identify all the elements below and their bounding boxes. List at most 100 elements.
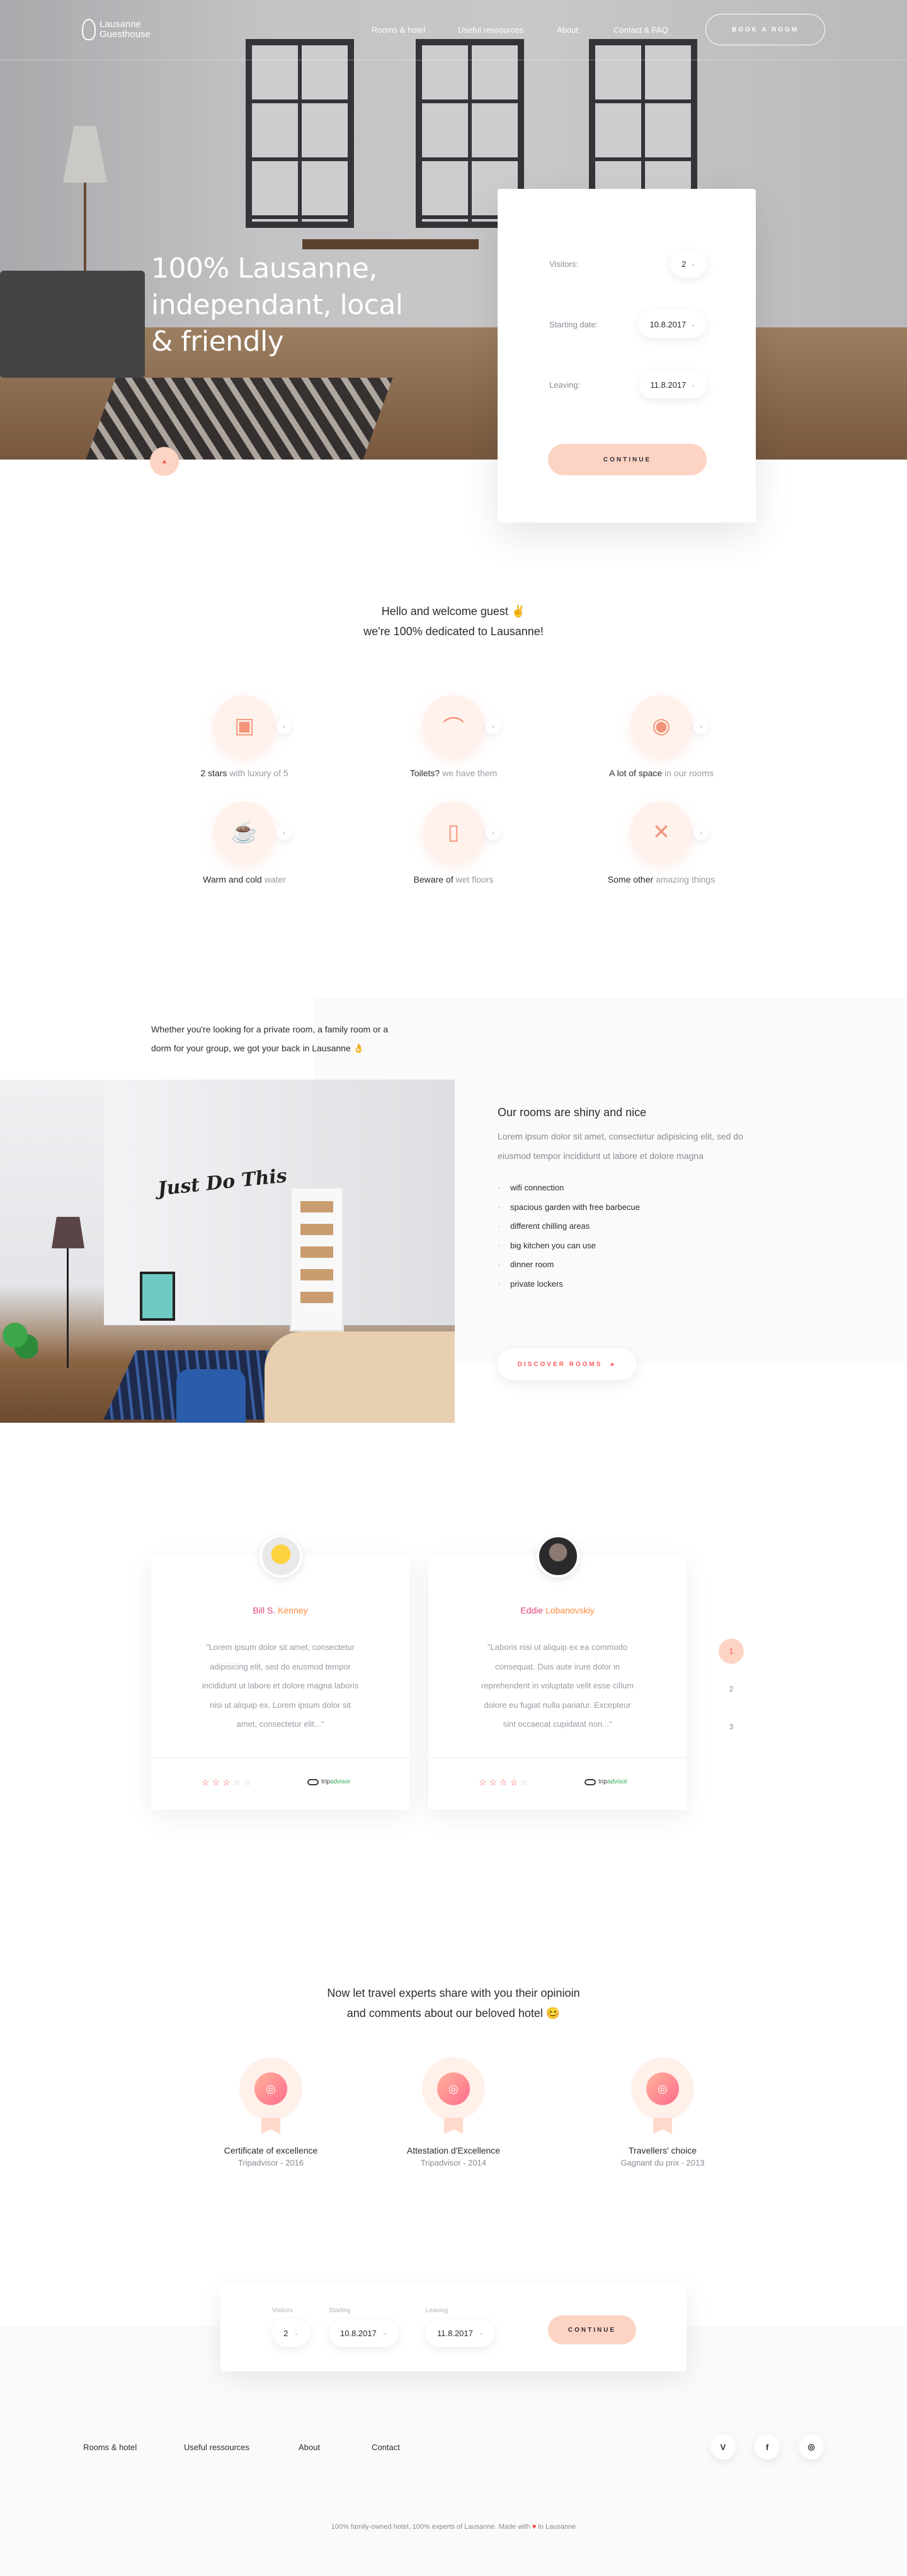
tripadvisor-logo[interactable]: tripadvisor [585,1778,627,1785]
ribbon-icon [653,2118,672,2134]
owl-icon [585,1778,596,1785]
pager-dot-3[interactable]: 3 [719,1714,744,1739]
arrow-right-icon: ▸ [611,1360,617,1368]
top-nav: Lausanne Guesthouse Rooms & hotel Useful… [0,0,907,60]
mini-start-value: 10.8.2017 [340,2328,377,2338]
chevron-down-icon: ⌄ [691,321,695,327]
awards-heading: Now let travel experts share with you th… [0,1983,907,2023]
mini-leaving-select[interactable]: 11.8.2017 ⌄ [426,2319,495,2347]
picture-icon: ▣ [234,714,255,738]
facebook-icon[interactable]: f [755,2434,780,2460]
owl-icon: ◎ [437,2072,470,2105]
chevron-right-icon[interactable]: › [693,825,709,840]
hanger-icon: ⌒ [443,716,464,740]
feature-circle[interactable]: ☕ › [214,801,292,863]
rooms-description: Lorem ipsum dolor sit amet, consectetur … [498,1131,743,1161]
award-title: Certificate of excellence [224,2145,318,2155]
feature-caption: Warm and cold water [150,874,339,884]
mini-visitors-value: 2 [283,2328,288,2338]
start-date-label: Starting date: [549,319,598,329]
chevron-down-icon[interactable]: ▲ [150,447,179,476]
chevron-down-icon: ⌄ [479,2330,484,2336]
welcome-line1: Hello and welcome guest ✌ [381,605,526,618]
copyright: 100% family-owned hotel, 100% experts of… [0,2523,907,2531]
rooms-amenities-list: wifi connection spacious garden with fre… [498,1178,640,1294]
feature-circle[interactable]: ◉ › [630,695,709,757]
mini-continue-button[interactable]: CONTINUE [548,2315,636,2344]
instagram-icon[interactable]: ◎ [799,2434,824,2460]
owl-icon: ◎ [254,2072,287,2105]
feature-light: amazing things [653,874,716,884]
room-photo: Just Do This [0,1080,455,1423]
logo-icon [82,19,96,40]
owl-icon [307,1778,319,1785]
nav-link-contact[interactable]: Contact & FAQ [613,25,668,35]
feature-circle[interactable]: ✕ › [630,801,709,863]
footer-link-contact[interactable]: Contact [372,2443,400,2452]
chevron-right-icon[interactable]: › [486,719,501,734]
feature-circle[interactable]: ▯ › [423,801,501,863]
feature-light: water [261,874,286,884]
visitors-select[interactable]: 2 ⌄ [670,250,707,278]
award-title: Attestation d'Excellence [406,2145,501,2155]
cutlery-icon: ✕ [652,820,671,844]
visitors-label: Visitors: [549,259,578,269]
chevron-down-icon: ⌄ [382,2330,387,2336]
discover-rooms-label: DISCOVER ROOMS [517,1360,603,1368]
chevron-down-icon: ⌄ [691,261,695,267]
tripadvisor-logo[interactable]: tripadvisor [307,1778,350,1785]
logo-line2: Guesthouse [100,29,151,40]
chevron-right-icon[interactable]: › [693,719,709,734]
medal-icon: ◎ [239,2057,302,2120]
room-lamp [52,1217,84,1248]
continue-button[interactable]: CONTINUE [548,444,707,475]
chevron-right-icon[interactable]: › [486,825,501,840]
reviewer-first-name: Eddie [520,1605,545,1615]
review-quote: "Laboris nisi ut aliquip ex ea commodo c… [481,1642,634,1729]
feature-light: wet floors [453,874,494,884]
list-item: private lockers [498,1275,640,1294]
start-date-select[interactable]: 10.8.2017 ⌄ [638,310,707,338]
nav-link-rooms[interactable]: Rooms & hotel [372,25,425,35]
mini-leaving-label: Leaving [426,2307,448,2314]
award-subtitle: Gagnant du prix - 2013 [620,2158,705,2167]
hero-section: Lausanne Guesthouse Rooms & hotel Useful… [0,0,907,460]
pager-dot-2[interactable]: 2 [719,1676,744,1702]
leaving-date-select[interactable]: 11.8.2017 ⌄ [639,371,707,398]
start-date-row: Starting date: 10.8.2017 ⌄ [549,310,707,338]
awards-line2: and comments about our beloved hotel 😊 [346,2007,561,2020]
feature-light: with luxury of 5 [227,768,288,778]
leaving-date-value: 11.8.2017 [650,380,687,390]
logo-line1: Lausanne [100,19,141,30]
mini-start-select[interactable]: 10.8.2017 ⌄ [329,2319,399,2347]
feature-circle[interactable]: ▣ › [214,695,292,757]
feature-item: ☕ › Warm and cold water [150,801,339,884]
footer-link-rooms[interactable]: Rooms & hotel [83,2443,137,2452]
copyright-text-before: 100% family-owned hotel, 100% experts of… [331,2523,532,2531]
chevron-right-icon[interactable]: › [277,825,292,840]
book-room-button[interactable]: BOOK A ROOM [705,14,825,45]
vimeo-icon[interactable]: V [710,2434,736,2460]
discover-rooms-button[interactable]: DISCOVER ROOMS ▸ [498,1348,636,1380]
nav-link-about[interactable]: About [557,25,578,35]
chevron-right-icon[interactable]: › [277,719,292,734]
mini-start-label: Starting [329,2307,351,2314]
nav-link-resources[interactable]: Useful ressources [458,25,523,35]
ribbon-icon [261,2118,280,2134]
footer-link-resources[interactable]: Useful ressources [184,2443,249,2452]
room-plant [0,1313,38,1369]
footer-link-about[interactable]: About [299,2443,320,2452]
pager-dot-1[interactable]: 1 [719,1639,744,1664]
feature-item: ▯ › Beware of wet floors [359,801,548,884]
logo[interactable]: Lausanne Guesthouse [82,19,151,40]
start-date-value: 10.8.2017 [649,319,687,329]
feature-strong: Toilets? [409,768,440,778]
feature-circle[interactable]: ⌒ › [423,695,501,757]
award-item: ◎ Travellers' choice Gagnant du prix - 2… [581,2057,744,2167]
mini-visitors-select[interactable]: 2 ⌄ [272,2319,310,2347]
mini-visitors-label: Visitors [272,2307,293,2314]
room-lamp-pole [67,1248,69,1368]
star-rating: ☆☆☆☆☆ [202,1777,254,1788]
award-subtitle: Tripadvisor - 2016 [237,2158,304,2167]
leaving-date-row: Leaving: 11.8.2017 ⌄ [549,371,707,398]
